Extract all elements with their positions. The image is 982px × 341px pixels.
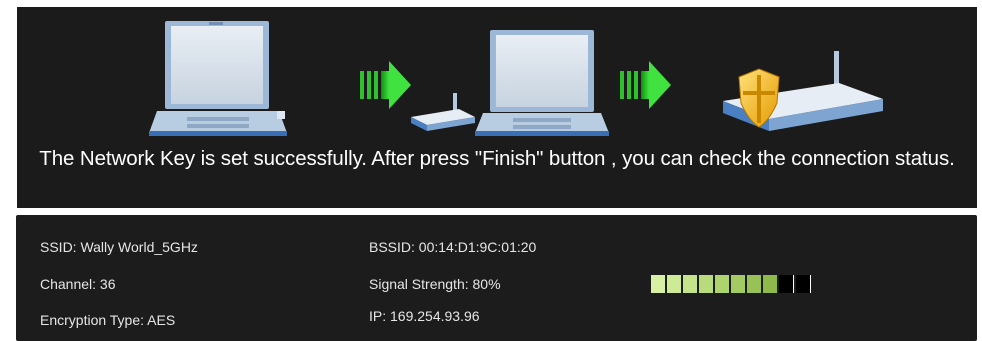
signal-strength-meter [651,275,813,293]
signal-segment [796,275,811,293]
ip-address-text: IP: 169.254.93.96 [369,308,480,324]
wizard-illustration-panel: The Network Key is set successfully. Aft… [17,7,977,208]
signal-segment [715,275,729,293]
arrow-right-icon [620,61,671,109]
router-icon [411,93,475,131]
setup-illustration [149,21,883,136]
signal-segment [747,275,761,293]
signal-segment [731,275,745,293]
laptop-icon [149,21,287,136]
signal-segment [763,275,777,293]
connection-status-panel: SSID: Wally World_5GHz Channel: 36 Encry… [16,215,977,341]
channel-text: Channel: 36 [40,276,116,292]
signal-segment [683,275,697,293]
encryption-text: Encryption Type: AES [40,312,176,328]
bssid-text: BSSID: 00:14:D1:9C:01:20 [369,239,537,255]
status-message: The Network Key is set successfully. Aft… [39,147,955,170]
secured-router-icon [723,51,883,131]
arrow-right-icon [360,61,411,109]
signal-segment [667,275,681,293]
laptop-icon [475,30,609,136]
signal-segment [699,275,713,293]
ssid-text: SSID: Wally World_5GHz [40,239,198,255]
signal-segment [651,275,665,293]
signal-segment [779,275,794,293]
signal-strength-text: Signal Strength: 80% [369,276,501,292]
